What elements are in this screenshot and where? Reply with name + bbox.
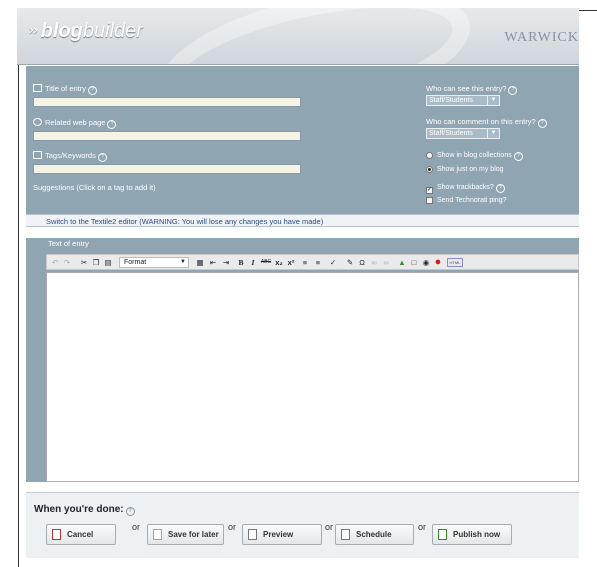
unlink-icon[interactable]: ∞ [381, 257, 391, 268]
save-icon [153, 529, 162, 540]
document-icon [33, 84, 42, 92]
app-header: ›› blogbuilder WARWICK [17, 8, 579, 65]
help-icon[interactable]: ? [513, 152, 523, 161]
related-page-label: Related web page? [33, 118, 117, 129]
special-char-icon[interactable]: Ω [357, 257, 367, 268]
or-separator: or [132, 522, 141, 532]
when-done-title: When you're done:? [34, 504, 135, 516]
numbered-list-icon[interactable]: ≡ [313, 257, 323, 268]
logo-bold-text: blog [40, 20, 83, 42]
visibility-select[interactable]: Staff/Students ▼ [426, 95, 500, 106]
redo-icon[interactable]: ↷ [62, 257, 72, 268]
editor-toolbar: ↶ ↷ ✂ ❐ ▤ Format ▼ ▦ ⇤ ⇥ B I ABC x₂ x² ≡ … [46, 254, 579, 270]
entry-text-area[interactable] [46, 272, 579, 482]
indent-icon[interactable]: ⇥ [221, 257, 231, 268]
tags-label: Tags/Keywords? [33, 151, 107, 162]
help-icon[interactable]: ? [508, 86, 518, 95]
text-of-entry-label: Text of entry [26, 238, 579, 250]
editor-panel: ↶ ↷ ✂ ❐ ▤ Format ▼ ▦ ⇤ ⇥ B I ABC x₂ x² ≡ … [26, 250, 579, 482]
comment-permission-label: Who can comment on this entry?? [426, 117, 547, 128]
bold-icon[interactable]: B [236, 257, 246, 268]
globe-icon [33, 118, 42, 126]
schedule-icon [341, 529, 350, 540]
title-input[interactable] [33, 97, 301, 107]
html-icon[interactable]: HTML [447, 258, 463, 267]
link-icon[interactable]: ∞ [369, 257, 379, 268]
logo-text: builder [82, 20, 143, 42]
cut-icon[interactable]: ✂ [79, 257, 89, 268]
save-for-later-button[interactable]: Save for later [147, 524, 224, 545]
strikethrough-icon[interactable]: ABC [260, 257, 272, 268]
cancel-icon [52, 529, 61, 540]
suggestions-label: Suggestions (Click on a tag to add it) [33, 183, 156, 192]
chevron-down-icon: ▼ [487, 129, 499, 138]
file-icon[interactable]: □ [409, 257, 419, 268]
preview-icon [248, 529, 257, 540]
copy-icon[interactable]: ❐ [91, 257, 101, 268]
tags-input[interactable] [33, 164, 301, 174]
help-icon[interactable]: ? [495, 184, 505, 193]
visibility-label: Who can see this entry?? [426, 84, 518, 95]
media-icon[interactable]: ◉ [421, 257, 431, 268]
help-icon[interactable]: ? [107, 120, 117, 129]
subscript-icon[interactable]: x₂ [274, 257, 284, 268]
help-icon[interactable]: ? [537, 119, 547, 128]
comment-permission-select[interactable]: Staff/Students ▼ [426, 128, 500, 139]
show-in-collections-radio[interactable]: Show in blog collections? [426, 152, 523, 161]
cancel-button[interactable]: Cancel [46, 524, 116, 545]
edit-icon[interactable]: ✎ [345, 257, 355, 268]
italic-icon[interactable]: I [248, 257, 258, 268]
superscript-icon[interactable]: x² [286, 257, 296, 268]
tag-icon [33, 151, 42, 159]
format-select[interactable]: Format ▼ [119, 257, 189, 268]
when-done-panel: When you're done:? Cancel or Save for la… [26, 492, 579, 558]
bullet-list-icon[interactable]: ≡ [300, 257, 310, 268]
paste-icon[interactable]: ▤ [103, 257, 113, 268]
image-icon[interactable]: ▲ [397, 257, 407, 268]
publish-icon [438, 529, 447, 540]
title-label: Title of entry? [33, 84, 97, 95]
outdent-icon[interactable]: ⇤ [208, 257, 218, 268]
chevron-down-icon: ▼ [180, 259, 186, 265]
spellcheck-icon[interactable]: ✓ [326, 257, 340, 268]
trackbacks-checkbox[interactable]: ✓ Show trackbacks?? [426, 184, 505, 194]
undo-icon[interactable]: ↶ [50, 257, 60, 268]
chevron-down-icon: ▼ [487, 96, 499, 105]
header-decoration [148, 8, 482, 64]
help-icon[interactable]: ? [88, 86, 97, 95]
help-icon[interactable]: ? [125, 507, 135, 516]
technorati-checkbox[interactable]: Send Technorati ping? [426, 197, 507, 204]
preview-button[interactable]: Preview [242, 524, 322, 545]
entry-details-panel: Title of entry? Related web page? Tags/K… [26, 66, 579, 214]
or-separator: or [418, 522, 427, 532]
blogbuilder-logo[interactable]: ›› blogbuilder [29, 20, 143, 43]
warwick-logo: WARWICK [504, 30, 579, 45]
or-separator: or [228, 522, 237, 532]
show-just-on-blog-radio[interactable]: Show just on my blog [426, 166, 504, 173]
logo-arrow-icon: ›› [29, 22, 38, 37]
help-icon[interactable]: ? [97, 153, 107, 162]
record-icon[interactable]: ● [433, 257, 443, 268]
paste-text-icon[interactable]: ▦ [195, 257, 205, 268]
schedule-button[interactable]: Schedule [335, 524, 414, 545]
or-separator: or [325, 522, 334, 532]
publish-now-button[interactable]: Publish now [432, 524, 512, 545]
switch-editor-link[interactable]: Switch to the Textile2 editor (WARNING: … [26, 214, 579, 227]
related-page-input[interactable] [33, 131, 301, 141]
